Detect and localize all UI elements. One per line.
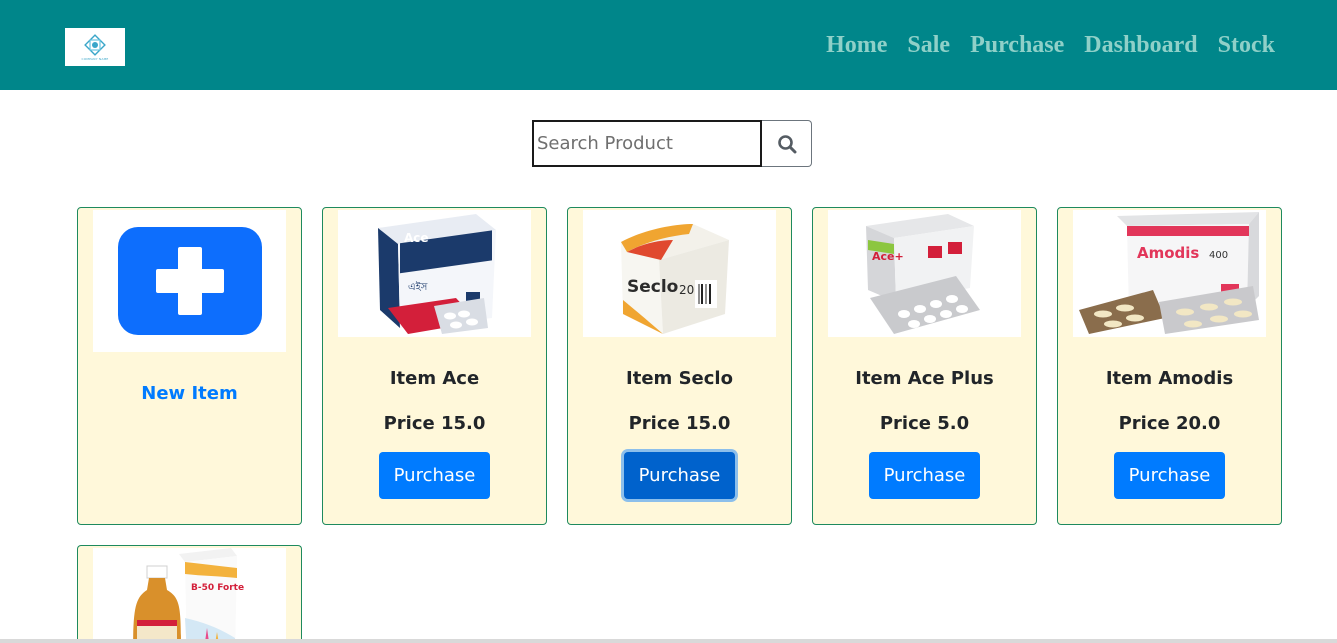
nav-links: Home Sale Purchase Dashboard Stock: [806, 30, 1275, 60]
brand-logo[interactable]: COMPANY NAME: [65, 28, 125, 66]
product-image-ace: Ace এইস: [338, 210, 531, 337]
product-card-amodis: Amodis 400 Item Amodis Price 20.0 Purcha…: [1057, 207, 1282, 525]
amodis-strength-text: 400: [1209, 250, 1228, 261]
purchase-button[interactable]: Purchase: [1114, 452, 1225, 499]
ace-plus-brand-text: Ace+: [872, 250, 904, 263]
seclo-brand-text: Seclo: [627, 277, 678, 297]
horizontal-scrollbar[interactable]: [0, 639, 1337, 643]
product-image-ace-plus: Ace+: [828, 210, 1021, 337]
product-price: Price 20.0: [1118, 413, 1221, 434]
product-price: Price 15.0: [383, 413, 486, 434]
product-title: Item Ace: [389, 368, 480, 389]
product-price: Price 5.0: [879, 413, 970, 434]
plus-icon: [117, 227, 262, 335]
ace-brand-text: Ace: [404, 231, 429, 245]
product-image-b50: B-50 Forte: [93, 548, 286, 643]
product-title: Item Amodis: [1105, 368, 1234, 389]
product-title: Item Ace Plus: [855, 368, 994, 389]
product-price: Price 15.0: [628, 413, 731, 434]
nav-dashboard[interactable]: Dashboard: [1084, 30, 1197, 60]
product-card-ace: Ace এইস Item Ace Price 15.0 Purchase: [322, 207, 547, 525]
logo-text: COMPANY NAME: [81, 56, 109, 61]
purchase-button[interactable]: Purchase: [379, 452, 490, 499]
product-image-seclo: Seclo 20: [583, 210, 776, 337]
product-card-ace-plus: Ace+ Item Ace Plus Price 5.0 Purchase: [812, 207, 1037, 525]
product-card-seclo: Seclo 20 Item Seclo Price 15.0 Purchase: [567, 207, 792, 525]
nav-purchase[interactable]: Purchase: [970, 30, 1064, 60]
amodis-brand-text: Amodis: [1137, 244, 1199, 262]
product-title: Item Seclo: [626, 368, 733, 389]
b50-brand-text: B-50 Forte: [191, 583, 244, 593]
new-item-label[interactable]: New Item: [78, 383, 301, 404]
navbar: COMPANY NAME Home Sale Purchase Dashboar…: [0, 0, 1337, 90]
nav-sale[interactable]: Sale: [907, 30, 950, 60]
nav-stock[interactable]: Stock: [1218, 30, 1275, 60]
nav-home[interactable]: Home: [826, 30, 887, 60]
ace-bangla-text: এইস: [408, 281, 428, 293]
purchase-button[interactable]: Purchase: [624, 452, 735, 499]
product-card-b50: B-50 Forte: [77, 545, 302, 643]
search-icon: [777, 134, 796, 153]
new-item-card[interactable]: New Item: [77, 207, 302, 525]
purchase-button[interactable]: Purchase: [869, 452, 980, 499]
seclo-strength-text: 20: [679, 283, 694, 297]
search-button[interactable]: [762, 120, 812, 167]
search-bar: [532, 120, 812, 167]
logo-icon: [84, 33, 106, 56]
product-image-amodis: Amodis 400: [1073, 210, 1266, 337]
search-input[interactable]: [532, 120, 762, 167]
new-item-image[interactable]: [93, 210, 286, 352]
